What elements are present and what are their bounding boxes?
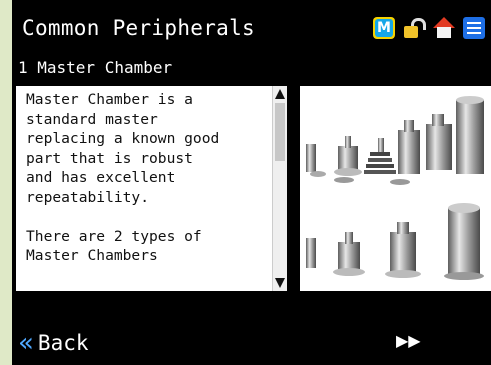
m-logo-letter: M: [375, 19, 393, 37]
user-lock-icon[interactable]: [403, 17, 426, 39]
scroll-up-icon[interactable]: [275, 89, 285, 99]
menu-icon[interactable]: [463, 17, 485, 39]
master-chamber-image: [300, 86, 491, 291]
m-logo-icon[interactable]: M: [373, 17, 395, 39]
page-title: Common Peripherals: [22, 16, 255, 40]
device-screen: Common Peripherals M 1 Master Chamber Ma…: [12, 0, 491, 365]
chevron-left-icon: «: [18, 328, 34, 358]
description-text: Master Chamber is a standard master repl…: [26, 91, 220, 264]
section-title: 1 Master Chamber: [18, 58, 173, 77]
home-icon[interactable]: [433, 17, 455, 39]
description-panel: Master Chamber is a standard master repl…: [16, 86, 287, 291]
back-label: Back: [37, 331, 89, 355]
forward-button[interactable]: ▶▶: [396, 331, 421, 350]
footer-bar: « Back ▶▶: [12, 322, 491, 365]
master-chambers-illustration: [306, 96, 484, 280]
back-button[interactable]: « Back: [18, 328, 89, 358]
header-bar: Common Peripherals M: [12, 10, 491, 46]
scroll-down-icon[interactable]: [275, 278, 285, 288]
scrollbar[interactable]: [272, 86, 287, 291]
scroll-thumb[interactable]: [275, 103, 285, 161]
section-header: 1 Master Chamber: [12, 54, 491, 82]
header-icons: M: [373, 16, 485, 40]
